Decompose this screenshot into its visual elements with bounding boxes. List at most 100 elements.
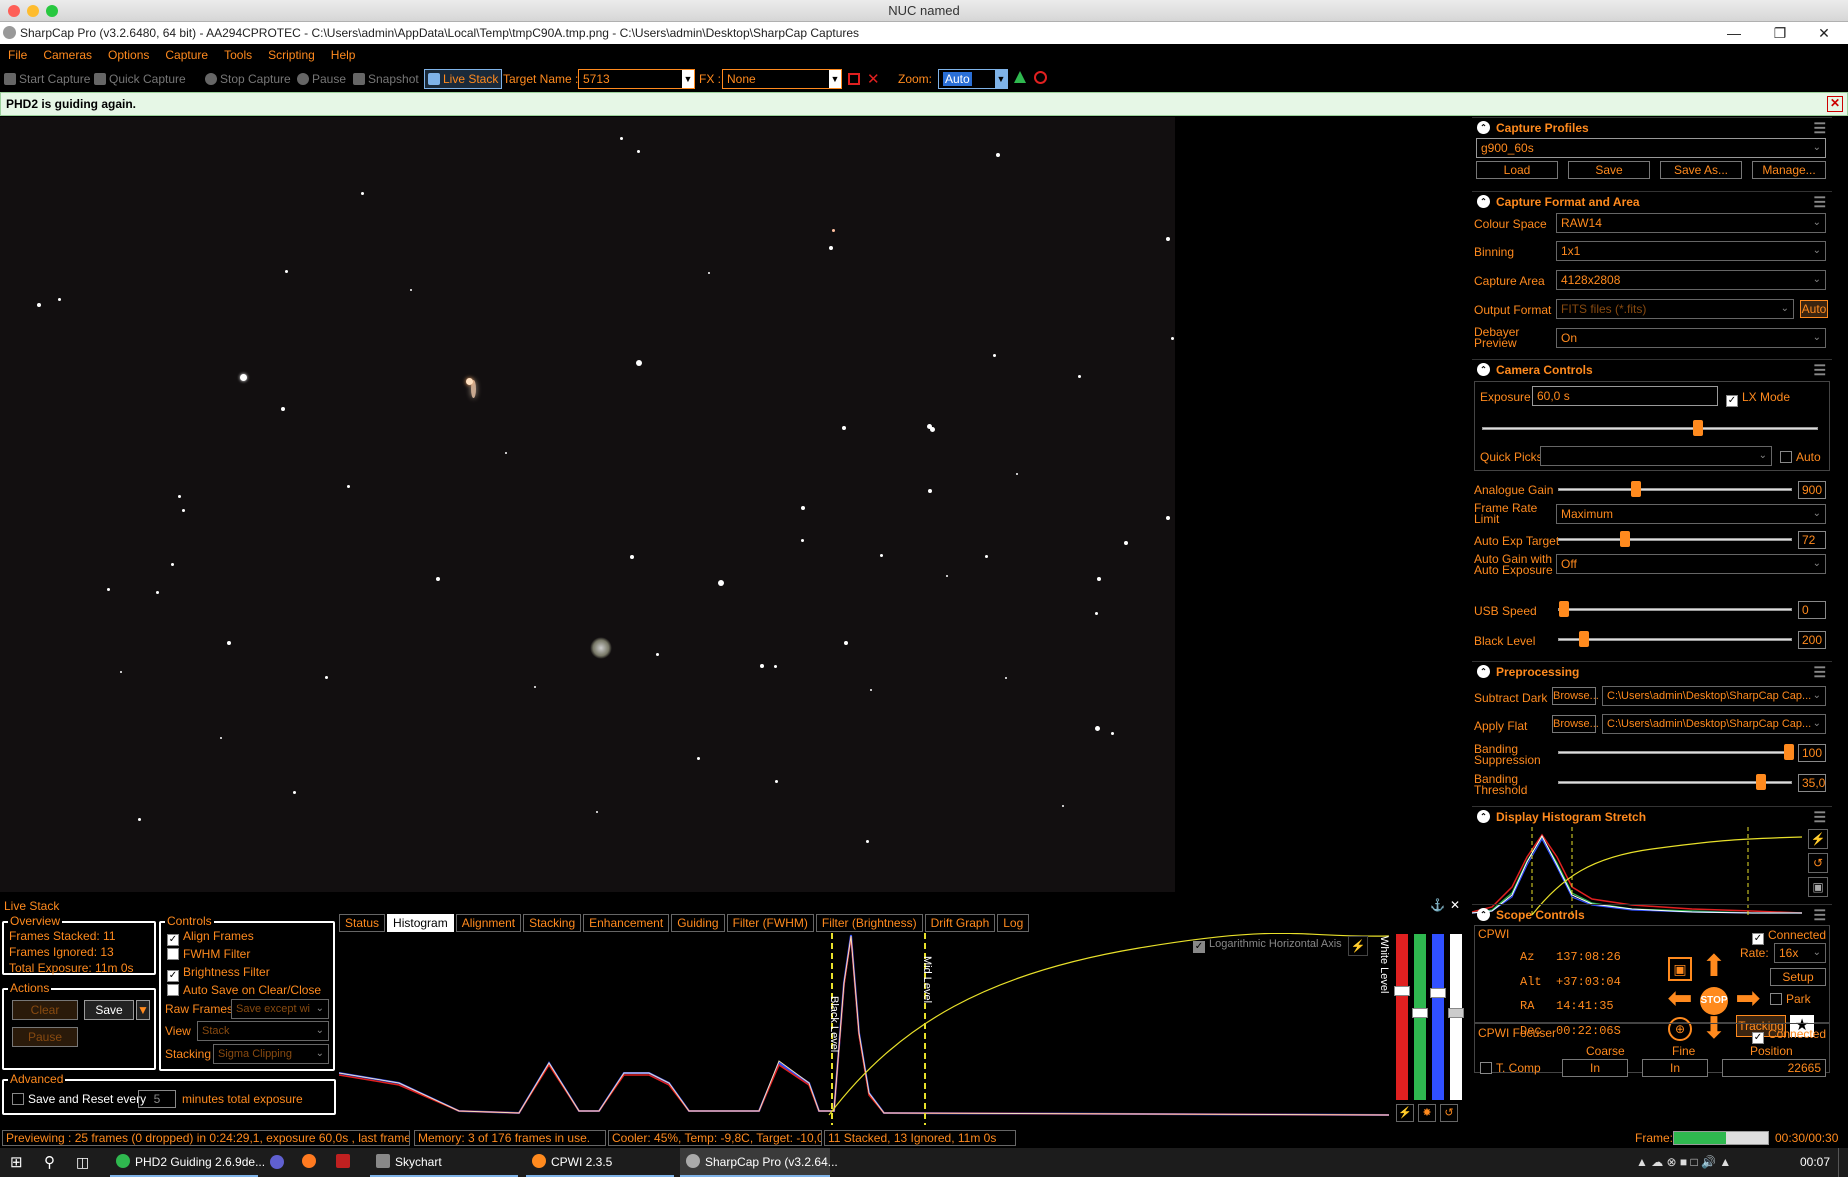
green-level-thumb[interactable] (1412, 1008, 1428, 1018)
fwhm-filter-checkbox[interactable]: FWHM Filter (167, 948, 250, 961)
banding-suppression-value[interactable]: 100 (1798, 744, 1826, 762)
focus-assist-icon[interactable] (1034, 71, 1047, 84)
red-level-bar[interactable] (1396, 934, 1408, 1100)
focus-in-fine-button[interactable]: In (1642, 1059, 1708, 1077)
scope-controls-header[interactable]: ⌃ Scope Controls ☰ (1472, 904, 1832, 924)
collapse-icon[interactable]: ⌃ (1477, 195, 1490, 208)
minimize-window-icon[interactable] (27, 5, 39, 17)
menu-icon[interactable]: ☰ (1813, 192, 1826, 212)
analogue-gain-slider-thumb[interactable] (1631, 481, 1641, 497)
system-tray-icons[interactable]: ▲ ☁ ⊗ ■ □ 🔊 ▲ (1636, 1148, 1731, 1177)
zoom-window-icon[interactable] (46, 5, 58, 17)
auto-stretch-icon[interactable]: ⚡ (1348, 936, 1368, 956)
tab-log[interactable]: Log (997, 914, 1030, 932)
app-icon[interactable] (270, 1148, 289, 1177)
menu-icon[interactable]: ☰ (1813, 807, 1826, 827)
auto-save-checkbox[interactable]: Auto Save on Clear/Close (167, 984, 321, 997)
focuser-connected-checkbox[interactable]: ✓ Connected (1752, 1028, 1826, 1044)
menu-help[interactable]: Help (323, 44, 364, 62)
rate-select[interactable]: 16x ⌄ (1774, 943, 1826, 963)
capture-profile-select[interactable]: g900_60s ⌄ (1476, 138, 1826, 158)
menu-cameras[interactable]: Cameras (35, 44, 100, 62)
exposure-input[interactable]: 60,0 s (1532, 386, 1718, 406)
tab-enhancement[interactable]: Enhancement (583, 914, 670, 932)
stop-capture-button[interactable]: Stop Capture (205, 71, 291, 87)
save-reset-minutes-stepper[interactable]: 5 (138, 1090, 176, 1108)
close-icon[interactable]: ✕ (1804, 22, 1844, 44)
focus-in-coarse-button[interactable]: In (1562, 1059, 1628, 1077)
task-view-icon[interactable]: ◫ (76, 1148, 89, 1177)
usb-speed-value[interactable]: 0 (1798, 601, 1826, 619)
tab-filter-brightness[interactable]: Filter (Brightness) (815, 914, 923, 932)
menu-icon[interactable]: ☰ (1813, 662, 1826, 682)
snapshot-button[interactable]: Snapshot (353, 71, 419, 87)
taskbar-item-cpwi[interactable]: CPWI 2.3.5 (526, 1148, 674, 1177)
reticle-icon[interactable] (848, 73, 860, 85)
search-icon[interactable]: ⚲ (44, 1148, 55, 1177)
firefox-icon[interactable] (302, 1148, 321, 1177)
blue-level-bar[interactable] (1432, 934, 1444, 1100)
browse-flat-button[interactable]: Browse... (1552, 715, 1599, 733)
quick-picks-select[interactable]: ⌄ (1540, 446, 1772, 466)
menu-capture[interactable]: Capture (157, 44, 216, 62)
analogue-gain-slider[interactable] (1558, 488, 1792, 491)
tab-filter-fwhm[interactable]: Filter (FWHM) (726, 914, 814, 932)
focuser-position-value[interactable]: 22665 (1722, 1059, 1826, 1077)
target-name-input[interactable]: 5713 ▼ (578, 69, 695, 89)
fx-select[interactable]: None ▼ (722, 69, 842, 89)
chevron-down-icon[interactable]: ▼ (829, 70, 841, 88)
auto-output-format-button[interactable]: Auto (1800, 300, 1828, 318)
histogram-icon[interactable] (1014, 71, 1026, 83)
white-level-thumb[interactable] (1448, 1008, 1464, 1018)
frame-rate-limit-select[interactable]: Maximum ⌄ (1556, 504, 1826, 524)
windows-start-icon[interactable]: ⊞ (10, 1148, 23, 1177)
chevron-down-icon[interactable]: ▼ (136, 1000, 150, 1020)
collapse-icon[interactable]: ⌃ (1477, 363, 1490, 376)
save-reset-checkbox[interactable]: Save and Reset every (12, 1093, 146, 1106)
debayer-preview-select[interactable]: On ⌄ (1556, 328, 1826, 348)
arrow-left-icon[interactable]: ⬅ (1664, 984, 1696, 1014)
tcomp-checkbox[interactable]: T. Comp (1480, 1062, 1541, 1075)
banding-threshold-slider-thumb[interactable] (1756, 774, 1766, 790)
auto-stretch-icon[interactable]: ⚡ (1396, 1104, 1414, 1122)
pause-button[interactable]: Pause (12, 1027, 78, 1047)
camera-image[interactable] (0, 117, 1175, 892)
arrow-right-icon[interactable]: ➡ (1732, 984, 1764, 1014)
close-window-icon[interactable] (8, 5, 20, 17)
preprocessing-header[interactable]: ⌃ Preprocessing ☰ (1472, 661, 1832, 681)
chevron-down-icon[interactable]: ▼ (995, 70, 1007, 88)
raw-frames-select[interactable]: Save except wi ⌄ (231, 999, 329, 1019)
align-frames-checkbox[interactable]: ✓ Align Frames (167, 930, 254, 946)
flat-path-select[interactable]: C:\Users\admin\Desktop\SharpCap Cap... ⌄ (1602, 714, 1826, 734)
chevron-down-icon[interactable]: ▼ (682, 70, 694, 88)
quick-picks-auto-checkbox[interactable]: Auto (1780, 451, 1821, 464)
auto-exp-target-value[interactable]: 72 (1798, 531, 1826, 549)
collapse-icon[interactable]: ⌃ (1477, 908, 1490, 921)
menu-icon[interactable]: ☰ (1813, 118, 1826, 138)
collapse-icon[interactable]: ⌃ (1477, 121, 1490, 134)
pin-icon[interactable]: ⚓ (1430, 898, 1445, 912)
menu-file[interactable]: File (0, 44, 35, 62)
exposure-slider[interactable] (1482, 427, 1818, 430)
auto-exp-target-slider[interactable] (1558, 538, 1792, 541)
quick-capture-button[interactable]: Quick Capture (94, 71, 186, 87)
brightness-filter-checkbox[interactable]: ✓ Brightness Filter (167, 966, 270, 982)
exposure-slider-thumb[interactable] (1693, 420, 1703, 436)
menu-options[interactable]: Options (100, 44, 157, 62)
live-stack-button[interactable]: Live Stack (424, 69, 503, 89)
banding-suppression-slider[interactable] (1558, 751, 1792, 754)
close-icon[interactable]: ✕ (1450, 898, 1460, 912)
close-icon[interactable]: ✕ (1827, 96, 1843, 112)
stop-scope-button[interactable]: STOP (1700, 987, 1728, 1015)
capture-format-header[interactable]: ⌃ Capture Format and Area ☰ (1472, 191, 1832, 211)
binning-select[interactable]: 1x1 ⌄ (1556, 241, 1826, 261)
tab-status[interactable]: Status (339, 914, 386, 932)
usb-speed-slider[interactable] (1558, 608, 1792, 611)
menu-icon[interactable]: ☰ (1813, 905, 1826, 925)
sync-icon[interactable]: ▣ (1668, 957, 1692, 981)
star-burst-icon[interactable]: ✸ (1418, 1104, 1436, 1122)
collapse-icon[interactable]: ⌃ (1477, 810, 1490, 823)
tab-alignment[interactable]: Alignment (455, 914, 522, 932)
start-capture-button[interactable]: Start Capture (4, 71, 90, 87)
colour-space-select[interactable]: RAW14 ⌄ (1556, 213, 1826, 233)
